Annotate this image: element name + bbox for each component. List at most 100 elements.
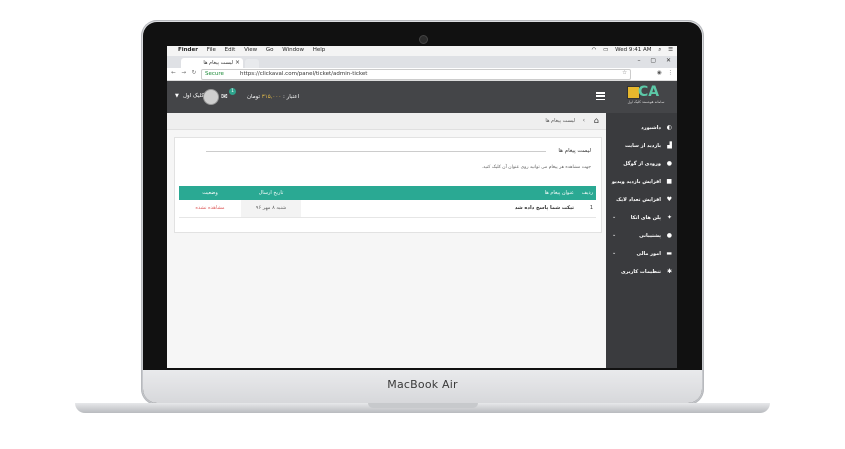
browser-toolbar: ← → ↻ Secure https://clickaval.com/panel… — [167, 68, 677, 81]
browser-menu-icon[interactable]: ⋮ — [668, 70, 674, 76]
back-icon[interactable]: ← — [171, 70, 176, 76]
sidebar-item-label: تنظیمات کاربری — [620, 269, 661, 275]
menu-help[interactable]: Help — [313, 47, 326, 53]
credit-label: اعتبار : — [283, 94, 300, 100]
menu-go[interactable]: Go — [266, 47, 274, 53]
settings-icon: ✱ — [666, 268, 672, 275]
menu-edit[interactable]: Edit — [225, 47, 236, 53]
col-subject: عنوان پیغام ها — [544, 190, 574, 196]
chevron-left-icon: ‹ — [582, 117, 585, 124]
chevron-down-icon: ⌄ — [612, 232, 617, 238]
battery-icon[interactable]: ▭ — [603, 47, 608, 53]
hamburger-menu-icon[interactable] — [596, 92, 605, 101]
browser-tab[interactable]: لیست پیغام ها × — [181, 58, 243, 68]
sidebar-item-plans[interactable]: ✦ پلن های اتکا ⌄ — [606, 209, 677, 226]
screen: Finder File Edit View Go Window Help ◠ ▭… — [167, 46, 677, 368]
menu-view[interactable]: View — [244, 47, 257, 53]
sidebar-item-label: پلن های اتکا — [630, 215, 661, 221]
chevron-down-icon: ⌄ — [612, 250, 617, 256]
sidebar-item-settings[interactable]: ✱ تنظیمات کاربری — [606, 263, 677, 280]
clock[interactable]: Wed 9:41 AM — [615, 47, 651, 53]
site-logo[interactable]: CA سامانه هوشمند کلیک اول — [627, 84, 665, 108]
user-name[interactable]: کلیک اول — [183, 93, 204, 99]
help-text: جهت مشاهده هر پیغام می توانید روی عنوان … — [481, 165, 591, 170]
sidebar-item-label: ورودی از گوگل — [623, 161, 661, 167]
credit-amount: ۳۱۵,۰۰۰ — [261, 94, 282, 100]
close-icon[interactable]: × — [235, 59, 240, 66]
breadcrumb-current: لیست پیغام ها — [545, 118, 575, 124]
sidebar-item-video[interactable]: ■ افزایش بازدید ویدیو — [606, 173, 677, 190]
tab-title: لیست پیغام ها — [203, 60, 233, 66]
tickets-card: لیست پیغام ها جهت مشاهده هر پیغام می توا… — [174, 137, 602, 233]
menu-file[interactable]: File — [207, 47, 216, 53]
col-index: ردیف — [581, 190, 593, 196]
row-date: شنبه ۸ مهر ۹۶ — [241, 200, 301, 217]
logo-subtitle: سامانه هوشمند کلیک اول — [627, 100, 665, 104]
chart-icon: ▟ — [667, 142, 672, 149]
forward-icon[interactable]: → — [181, 70, 186, 76]
reload-icon[interactable]: ↻ — [192, 70, 197, 76]
extension-icon[interactable]: ◉ — [657, 70, 662, 76]
col-status: وضعیت — [202, 190, 218, 196]
browser-tabstrip: لیست پیغام ها × – ▢ ✕ — [167, 56, 677, 68]
url-text: https://clickaval.com/panel/ticket/admin… — [240, 71, 368, 77]
window-controls: – ▢ ✕ — [629, 57, 671, 64]
support-icon: ● — [666, 232, 672, 239]
avatar[interactable] — [203, 89, 219, 105]
sidebar-item-label: افزایش بازدید ویدیو — [611, 179, 661, 185]
user-menu[interactable]: ▼ کلیک اول ✉ 1 — [173, 88, 245, 105]
tickets-table: ردیف عنوان پیغام ها تاریخ ارسال وضعیت 1 … — [179, 186, 596, 218]
secure-label: Secure — [205, 71, 224, 77]
google-icon: ● — [666, 160, 672, 167]
breadcrumb: ⌂ ‹ لیست پیغام ها — [167, 113, 606, 130]
main-content: ⌂ ‹ لیست پیغام ها لیست پیغام ها جهت مشاه… — [167, 113, 606, 368]
table-row[interactable]: 1 تیکت شما پاسخ داده شد شنبه ۸ مهر ۹۶ مش… — [179, 200, 596, 218]
sidebar-item-support[interactable]: ● پشتیبانی ⌄ — [606, 227, 677, 244]
laptop-notch — [368, 403, 478, 408]
card-title: لیست پیغام ها — [558, 148, 591, 154]
credit-display: اعتبار : ۳۱۵,۰۰۰ تومان — [247, 94, 299, 100]
chevron-down-icon: ⌄ — [612, 214, 617, 220]
mail-badge: 1 — [229, 88, 236, 95]
sidebar-item-finance[interactable]: ▬ امور مالی ⌄ — [606, 245, 677, 262]
menu-list-icon[interactable]: ☰ — [668, 47, 673, 53]
logo-text: CA — [638, 84, 660, 100]
sidebar-item-label: پشتیبانی — [639, 233, 661, 239]
site-header: CA سامانه هوشمند کلیک اول اعتبار : ۳۱۵,۰… — [167, 81, 677, 113]
menu-app[interactable]: Finder — [178, 47, 198, 53]
sidebar-item-google[interactable]: ● ورودی از گوگل — [606, 155, 677, 172]
maximize-icon[interactable]: ▢ — [650, 57, 656, 64]
credit-unit: تومان — [247, 94, 261, 100]
search-icon[interactable]: ⌕ — [658, 47, 661, 53]
plan-icon: ✦ — [666, 214, 672, 221]
sidebar: ◐ داشبورد ▟ بازدید از سایت ● ورودی از گو… — [606, 113, 677, 368]
home-icon[interactable]: ⌂ — [594, 116, 599, 125]
table-header: ردیف عنوان پیغام ها تاریخ ارسال وضعیت — [179, 186, 596, 200]
menu-window[interactable]: Window — [282, 47, 304, 53]
card-icon: ▬ — [666, 250, 672, 257]
sidebar-item-dashboard[interactable]: ◐ داشبورد — [606, 119, 677, 136]
sidebar-item-label: داشبورد — [641, 125, 661, 131]
col-date: تاریخ ارسال — [258, 190, 284, 196]
close-window-icon[interactable]: ✕ — [666, 57, 671, 64]
new-tab-button[interactable] — [245, 59, 259, 68]
sidebar-item-site-visits[interactable]: ▟ بازدید از سایت — [606, 137, 677, 154]
title-divider — [206, 151, 546, 152]
address-bar[interactable]: Secure https://clickaval.com/panel/ticke… — [201, 69, 631, 80]
row-status: مشاهده نشده — [195, 205, 225, 211]
device-brand: MacBook Air — [387, 378, 458, 391]
star-icon[interactable]: ☆ — [622, 70, 627, 76]
sidebar-item-likes[interactable]: ♥ افزایش تعداد لایک — [606, 191, 677, 208]
row-index: 1 — [589, 205, 593, 211]
sidebar-item-label: افزایش تعداد لایک — [616, 197, 661, 203]
camera-icon — [419, 35, 428, 44]
wifi-icon[interactable]: ◠ — [592, 47, 597, 53]
sidebar-item-label: بازدید از سایت — [624, 143, 661, 149]
heart-icon: ♥ — [666, 196, 672, 203]
dashboard-icon: ◐ — [666, 124, 672, 131]
sidebar-item-label: امور مالی — [636, 251, 661, 257]
minimize-icon[interactable]: – — [637, 57, 640, 64]
chevron-down-icon[interactable]: ▼ — [175, 93, 179, 99]
mail-icon[interactable]: ✉ — [221, 92, 228, 101]
row-subject-link[interactable]: تیکت شما پاسخ داده شد — [304, 200, 574, 217]
